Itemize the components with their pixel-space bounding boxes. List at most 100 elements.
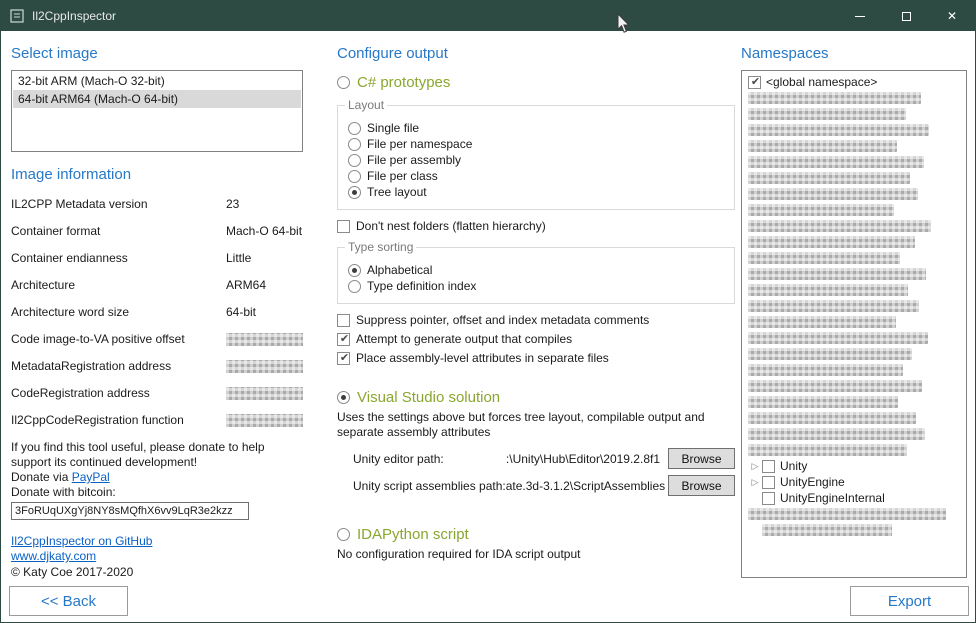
- redacted-namespace: [748, 220, 931, 232]
- radio-icon: [337, 391, 350, 404]
- namespace-row[interactable]: [748, 154, 966, 170]
- namespace-row[interactable]: [748, 90, 966, 106]
- unity-editor-path-value[interactable]: :\Unity\Hub\Editor\2019.2.8f1: [444, 452, 668, 466]
- layout-option-single-file[interactable]: Single file: [348, 121, 724, 135]
- sorting-option-type-definition-index[interactable]: Type definition index: [348, 279, 724, 293]
- visual-studio-description: Uses the settings above but forces tree …: [337, 410, 721, 440]
- redacted-namespace: [748, 428, 925, 440]
- namespace-row[interactable]: [748, 394, 966, 410]
- close-button[interactable]: ✕: [929, 1, 975, 31]
- idapython-script-radio[interactable]: IDAPython script: [337, 526, 735, 543]
- image-listbox[interactable]: 32-bit ARM (Mach-O 32-bit)64-bit ARM64 (…: [11, 70, 303, 152]
- namespace-row[interactable]: ▷ UnityEngine: [748, 474, 966, 490]
- unity-editor-path-label: Unity editor path:: [353, 452, 444, 466]
- radio-icon: [348, 264, 361, 277]
- suppress-metadata-comments-checkbox[interactable]: Suppress pointer, offset and index metad…: [337, 313, 735, 327]
- layout-groupbox: Layout Single file File per namespace Fi…: [337, 105, 735, 210]
- maximize-button[interactable]: [883, 1, 929, 31]
- unity-script-assemblies-label: Unity script assemblies path:: [353, 479, 506, 493]
- namespace-row[interactable]: ▷Unity: [748, 458, 966, 474]
- csharp-prototypes-radio[interactable]: C# prototypes: [337, 74, 735, 91]
- unity-script-assemblies-browse-button[interactable]: Browse: [668, 475, 735, 496]
- image-info-row: Il2CppCodeRegistration function: [11, 413, 303, 427]
- namespace-row[interactable]: [748, 410, 966, 426]
- image-info-row: Architecture word size64-bit: [11, 305, 303, 319]
- export-button[interactable]: Export: [850, 586, 969, 616]
- namespace-row[interactable]: [748, 266, 966, 282]
- checkbox-label: Don't nest folders (flatten hierarchy): [356, 219, 546, 233]
- namespace-row[interactable]: [748, 106, 966, 122]
- bitcoin-address-input[interactable]: [11, 502, 249, 520]
- generate-compilable-output-checkbox[interactable]: Attempt to generate output that compiles: [337, 332, 735, 346]
- redacted-namespace: [762, 524, 892, 536]
- namespace-checkbox[interactable]: [762, 460, 775, 473]
- visual-studio-solution-radio[interactable]: Visual Studio solution: [337, 389, 735, 406]
- checkbox-icon: [337, 314, 350, 327]
- github-link[interactable]: Il2CppInspector on GitHub: [11, 534, 303, 549]
- titlebar[interactable]: Il2CppInspector ✕: [1, 1, 975, 31]
- back-button[interactable]: << Back: [9, 586, 128, 616]
- image-info-value: Little: [226, 251, 251, 265]
- namespace-row[interactable]: [748, 202, 966, 218]
- flatten-hierarchy-checkbox[interactable]: Don't nest folders (flatten hierarchy): [337, 219, 735, 233]
- namespace-checkbox[interactable]: [748, 76, 761, 89]
- namespace-row[interactable]: [748, 250, 966, 266]
- namespaces-panel: Namespaces <global namespace>▷Unity▷Unit…: [741, 31, 967, 578]
- namespace-row[interactable]: [748, 218, 966, 234]
- namespace-row[interactable]: [748, 186, 966, 202]
- image-info-label: IL2CPP Metadata version: [11, 197, 226, 211]
- image-info-value: ARM64: [226, 278, 266, 292]
- namespace-row[interactable]: UnityEngineInternal: [748, 490, 966, 506]
- expander-icon[interactable]: ▷: [748, 461, 762, 472]
- layout-option-tree-layout[interactable]: Tree layout: [348, 185, 724, 199]
- image-info-label: Code image-to-VA positive offset: [11, 332, 226, 346]
- namespace-row[interactable]: [748, 522, 966, 538]
- assembly-attributes-separate-files-checkbox[interactable]: Place assembly-level attributes in separ…: [337, 351, 735, 365]
- redacted-namespace: [748, 508, 946, 520]
- minimize-button[interactable]: [837, 1, 883, 31]
- namespace-row[interactable]: <global namespace>: [748, 74, 966, 90]
- namespace-row[interactable]: [748, 282, 966, 298]
- namespace-row[interactable]: [748, 506, 966, 522]
- donate-text: If you find this tool useful, please don…: [11, 440, 303, 470]
- redacted-namespace: [748, 236, 915, 248]
- sorting-option-alphabetical[interactable]: Alphabetical: [348, 263, 724, 277]
- namespace-row[interactable]: [748, 314, 966, 330]
- namespace-row[interactable]: [748, 330, 966, 346]
- namespace-row[interactable]: [748, 122, 966, 138]
- app-window: Il2CppInspector ✕ Select image 32-bit AR…: [0, 0, 976, 623]
- redacted-value: [226, 360, 303, 373]
- namespace-checkbox[interactable]: [762, 476, 775, 489]
- maximize-icon: [902, 12, 911, 21]
- image-list-item[interactable]: 32-bit ARM (Mach-O 32-bit): [13, 72, 301, 90]
- namespace-row[interactable]: [748, 234, 966, 250]
- option-label: Type definition index: [367, 279, 476, 293]
- namespace-row[interactable]: [748, 346, 966, 362]
- layout-option-file-per-assembly[interactable]: File per assembly: [348, 153, 724, 167]
- namespace-row[interactable]: [748, 442, 966, 458]
- paypal-link[interactable]: PayPal: [72, 470, 110, 484]
- expander-icon[interactable]: ▷: [748, 477, 762, 488]
- checkbox-label: Place assembly-level attributes in separ…: [356, 351, 609, 365]
- image-info-label: Architecture word size: [11, 305, 226, 319]
- image-list-item[interactable]: 64-bit ARM64 (Mach-O 64-bit): [13, 90, 301, 108]
- namespace-row[interactable]: [748, 378, 966, 394]
- website-link[interactable]: www.djkaty.com: [11, 549, 303, 564]
- namespace-checkbox[interactable]: [762, 492, 775, 505]
- namespace-row[interactable]: [748, 298, 966, 314]
- namespace-row[interactable]: [748, 170, 966, 186]
- layout-option-file-per-class[interactable]: File per class: [348, 169, 724, 183]
- checkbox-icon: [337, 220, 350, 233]
- namespace-row[interactable]: [748, 138, 966, 154]
- layout-option-file-per-namespace[interactable]: File per namespace: [348, 137, 724, 151]
- unity-editor-browse-button[interactable]: Browse: [668, 448, 735, 469]
- radio-icon: [337, 528, 350, 541]
- redacted-namespace: [748, 332, 928, 344]
- option-label: File per assembly: [367, 153, 461, 167]
- unity-script-assemblies-value[interactable]: ate.3d-3.1.2\ScriptAssemblies: [506, 479, 668, 493]
- namespace-label: UnityEngine: [780, 475, 845, 489]
- namespaces-tree[interactable]: <global namespace>▷Unity▷UnityEngineUnit…: [741, 70, 967, 578]
- namespace-row[interactable]: [748, 426, 966, 442]
- option-label: Single file: [367, 121, 419, 135]
- namespace-row[interactable]: [748, 362, 966, 378]
